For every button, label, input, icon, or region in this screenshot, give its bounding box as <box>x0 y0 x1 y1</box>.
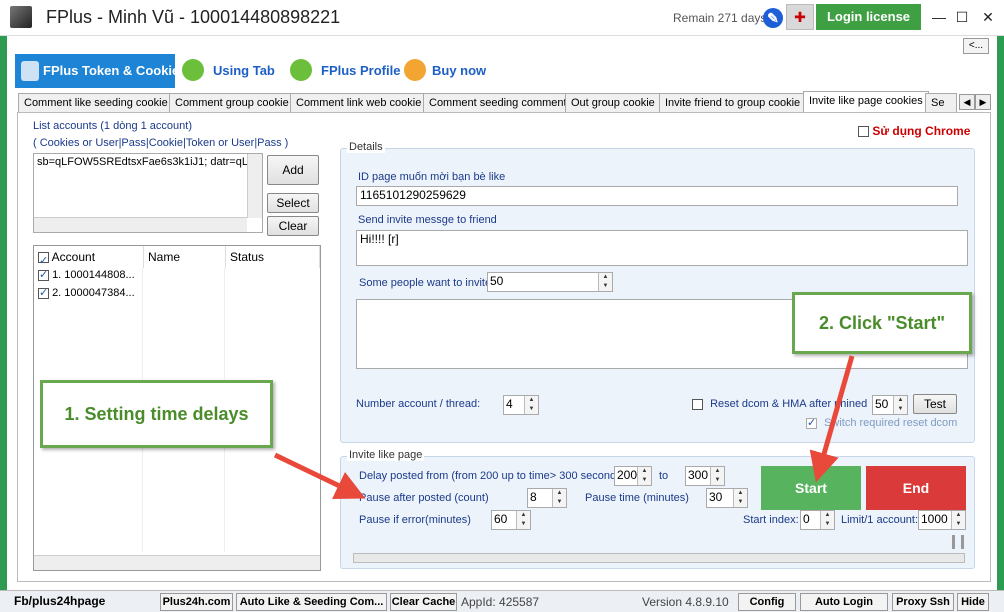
auto-like-seeding-button[interactable]: Auto Like & Seeding Com... <box>236 593 387 611</box>
fb-page-link[interactable]: Fb/plus24hpage <box>14 594 105 608</box>
arrow-to-delays <box>273 452 366 500</box>
version-label: Version 4.8.9.10 <box>642 595 729 609</box>
config-button[interactable]: Config <box>738 593 796 611</box>
arrow-to-start <box>809 355 855 483</box>
callout-arrows <box>273 355 855 500</box>
plus24h-button[interactable]: Plus24h.com <box>160 593 233 611</box>
proxy-ssh-button[interactable]: Proxy Ssh <box>892 593 954 611</box>
auto-login-button[interactable]: Auto Login <box>800 593 888 611</box>
clear-cache-button[interactable]: Clear Cache <box>390 593 457 611</box>
app-id: AppId: 425587 <box>461 595 540 609</box>
hide-button[interactable]: Hide <box>957 593 989 611</box>
status-bar: Fb/plus24hpage Plus24h.com Auto Like & S… <box>0 590 1004 612</box>
